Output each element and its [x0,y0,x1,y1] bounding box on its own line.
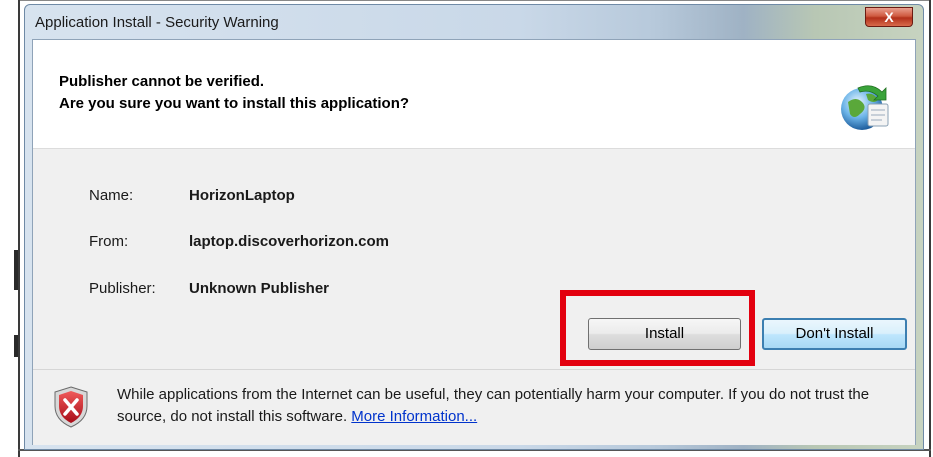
close-button[interactable]: X [865,7,913,27]
dialog-header: Publisher cannot be verified. Are you su… [33,40,915,149]
publisher-label: Publisher: [89,280,156,297]
header-question: Are you sure you want to install this ap… [59,95,410,112]
warning-text: While applications from the Internet can… [117,386,870,425]
more-information-link[interactable]: More Information... [351,408,477,425]
page-frame-top [18,0,931,1]
close-icon: X [884,9,894,25]
window-title: Application Install - Security Warning [35,14,279,31]
name-value: HorizonLaptop [189,187,295,204]
title-bar[interactable]: Application Install - Security Warning X [25,5,923,39]
dont-install-button[interactable]: Don't Install [762,318,907,350]
publisher-value: Unknown Publisher [189,280,330,297]
from-value: laptop.discoverhorizon.com [189,233,390,250]
warning-footer: While applications from the Internet can… [33,369,915,445]
background-mark [14,335,18,357]
background-mark [14,250,18,290]
dialog-body: Publisher cannot be verified. Are you su… [32,39,916,445]
install-highlight-box [560,290,755,366]
page-frame-right [929,0,931,457]
security-warning-dialog: Application Install - Security Warning X… [24,4,924,450]
security-shield-icon [54,386,88,428]
name-label: Name: [89,187,134,204]
globe-install-icon [841,85,889,130]
from-label: From: [89,233,129,250]
page-frame-left [18,0,20,457]
warning-message: While applications from the Internet can… [117,384,887,428]
header-title: Publisher cannot be verified. [59,73,265,90]
